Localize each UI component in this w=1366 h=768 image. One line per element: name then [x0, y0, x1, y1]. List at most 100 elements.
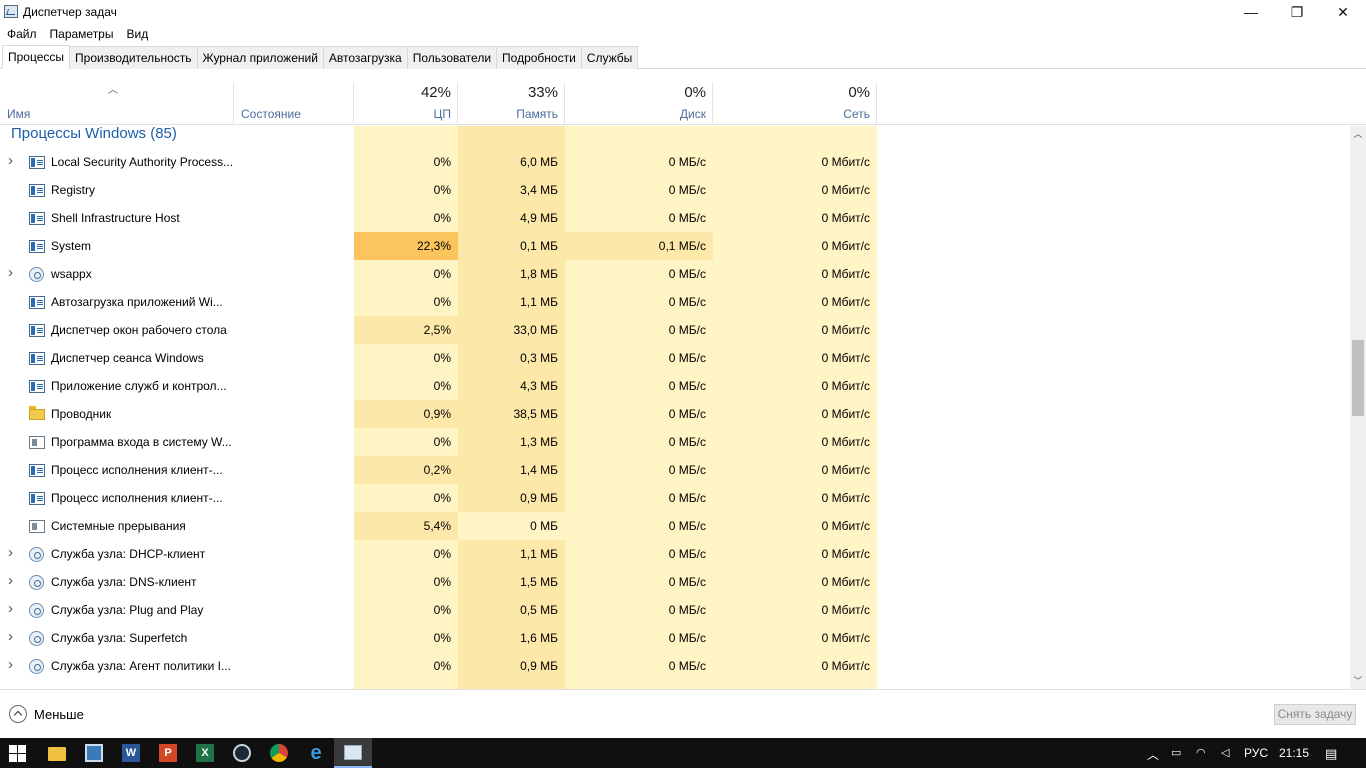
tab-performance[interactable]: Производительность: [69, 46, 198, 69]
window-process-icon: [29, 464, 45, 477]
memory-total-percent: 33%: [527, 84, 558, 101]
network-cell: 0 Мбит/с: [821, 239, 870, 253]
file-explorer-icon[interactable]: [48, 747, 66, 761]
process-name: Проводник: [51, 407, 112, 421]
window-process-icon: [29, 184, 45, 197]
process-row[interactable]: Приложение служб и контрол... 0% 4,3 МБ 0 М…: [0, 372, 1350, 400]
memory-cell: 1,4 МБ: [520, 463, 558, 477]
language-indicator[interactable]: РУС: [1244, 746, 1268, 760]
group-header-windows-processes[interactable]: Процессы Windows (85): [0, 126, 1350, 148]
powerpoint-icon[interactable]: P: [159, 744, 177, 762]
expand-chevron-icon[interactable]: ›: [8, 600, 13, 617]
network-cell: 0 Мбит/с: [821, 547, 870, 561]
scroll-up-arrow-icon[interactable]: ︿: [1350, 126, 1366, 142]
menu-view[interactable]: Вид: [119, 24, 154, 44]
memory-cell: 1,8 МБ: [520, 267, 558, 281]
network-cell: 0 Мбит/с: [821, 519, 870, 533]
process-row[interactable]: Автозагрузка приложений Wi... 0% 1,1 МБ 0 М…: [0, 288, 1350, 316]
word-icon[interactable]: W: [122, 744, 140, 762]
memory-cell: 1,1 МБ: [520, 295, 558, 309]
header-cpu[interactable]: 42% ЦП: [354, 82, 458, 125]
clock[interactable]: 21:15: [1279, 746, 1309, 760]
expand-chevron-icon[interactable]: ›: [8, 544, 13, 561]
footer: Меньше Снять задачу: [0, 689, 1366, 738]
menu-options[interactable]: Параметры: [43, 24, 120, 44]
disk-cell: 0 МБ/с: [668, 603, 706, 617]
system-process-icon: [29, 436, 45, 449]
process-row[interactable]: › Служба узла: DNS-клиент 0% 1,5 МБ 0 МБ/с 0 …: [0, 568, 1350, 596]
process-row[interactable]: Проводник 0,9% 38,5 МБ 0 МБ/с 0 Мбит/с: [0, 400, 1350, 428]
tab-app-history[interactable]: Журнал приложений: [196, 46, 324, 69]
scroll-down-arrow-icon[interactable]: ﹀: [1350, 673, 1366, 689]
excel-icon[interactable]: X: [196, 744, 214, 762]
process-row[interactable]: System 22,3% 0,1 МБ 0,1 МБ/с 0 Мбит/с: [0, 232, 1350, 260]
windows-start-icon[interactable]: [9, 745, 26, 762]
wifi-icon[interactable]: ◠: [1196, 746, 1206, 759]
memory-cell: 4,9 МБ: [520, 211, 558, 225]
vertical-scrollbar[interactable]: ︿ ﹀: [1350, 126, 1366, 689]
menu-file[interactable]: Файл: [0, 24, 43, 44]
expand-chevron-icon[interactable]: ›: [8, 572, 13, 589]
network-total-percent: 0%: [848, 84, 870, 101]
disk-cell: 0 МБ/с: [668, 435, 706, 449]
close-button[interactable]: ✕: [1320, 0, 1366, 24]
edge-icon[interactable]: e: [307, 743, 325, 763]
network-cell: 0 Мбит/с: [821, 295, 870, 309]
end-task-button[interactable]: Снять задачу: [1274, 704, 1356, 725]
disk-cell: 0 МБ/с: [668, 631, 706, 645]
process-row[interactable]: Registry 0% 3,4 МБ 0 МБ/с 0 Мбит/с: [0, 176, 1350, 204]
maximize-button[interactable]: ❐: [1274, 0, 1320, 24]
gear-process-icon: [29, 267, 44, 282]
header-name[interactable]: Имя: [0, 82, 234, 125]
network-cell: 0 Мбит/с: [821, 407, 870, 421]
expand-chevron-icon[interactable]: ›: [8, 264, 13, 281]
disk-cell: 0 МБ/с: [668, 295, 706, 309]
chrome-icon[interactable]: [270, 744, 288, 762]
process-row[interactable]: Shell Infrastructure Host 0% 4,9 МБ 0 МБ/с 0…: [0, 204, 1350, 232]
battery-icon[interactable]: ▭: [1171, 746, 1181, 759]
volume-icon[interactable]: ◁: [1221, 746, 1229, 759]
task-manager-taskbar-button[interactable]: [334, 738, 372, 768]
tab-services[interactable]: Службы: [580, 46, 639, 69]
tab-users[interactable]: Пользователи: [406, 46, 498, 69]
cpu-cell: 5,4%: [354, 512, 458, 540]
process-row[interactable]: › Local Security Authority Process... 0% 6,…: [0, 148, 1350, 176]
expand-chevron-icon[interactable]: ›: [8, 628, 13, 645]
header-memory[interactable]: 33% Память: [458, 82, 565, 125]
expand-chevron-icon[interactable]: ›: [8, 152, 13, 169]
fewer-details-link[interactable]: Меньше: [34, 707, 84, 722]
process-row[interactable]: Системные прерывания 5,4% 0 МБ 0 МБ/с 0 Мбит…: [0, 512, 1350, 540]
process-row[interactable]: Процесс исполнения клиент-... 0% 0,9 МБ 0 М…: [0, 484, 1350, 512]
memory-cell: 0,9 МБ: [520, 659, 558, 673]
header-network[interactable]: 0% Сеть: [713, 82, 877, 125]
process-name: Автозагрузка приложений Wi...: [51, 295, 223, 309]
tab-strip: Процессы Производительность Журнал прило…: [0, 45, 1366, 69]
process-row[interactable]: Процесс исполнения клиент-... 0,2% 1,4 МБ 0…: [0, 456, 1350, 484]
process-row[interactable]: › wsappx 0% 1,8 МБ 0 МБ/с 0 Мбит/с: [0, 260, 1350, 288]
process-row[interactable]: › Служба узла: Plug and Play 0% 0,5 МБ 0 МБ/…: [0, 596, 1350, 624]
process-row[interactable]: › Служба узла: Superfetch 0% 1,6 МБ 0 МБ/с 0 …: [0, 624, 1350, 652]
tab-startup[interactable]: Автозагрузка: [322, 46, 408, 69]
network-app-icon[interactable]: [85, 744, 103, 762]
process-row[interactable]: Программа входа в систему W... 0% 1,3 МБ 0 …: [0, 428, 1350, 456]
cpu-cell: 0%: [433, 631, 451, 645]
header-status[interactable]: Состояние: [234, 82, 354, 125]
scroll-thumb[interactable]: [1352, 340, 1364, 416]
process-row[interactable]: › Служба узла: Агент политики I... 0% 0,9 М…: [0, 652, 1350, 680]
minimize-button[interactable]: —: [1228, 0, 1274, 24]
header-disk[interactable]: 0% Диск: [565, 82, 713, 125]
tab-details[interactable]: Подробности: [496, 46, 582, 69]
steam-icon[interactable]: [233, 744, 251, 762]
gear-process-icon: [29, 575, 44, 590]
tab-processes[interactable]: Процессы: [2, 45, 71, 69]
tray-overflow-chevron-icon[interactable]: ︿: [1147, 746, 1159, 763]
memory-cell: 3,4 МБ: [520, 183, 558, 197]
process-row[interactable]: Диспетчер окон рабочего стола 2,5% 33,0 МБ…: [0, 316, 1350, 344]
process-row[interactable]: › Служба узла: DHCP-клиент 0% 1,1 МБ 0 МБ/с 0…: [0, 540, 1350, 568]
fewer-details-icon[interactable]: [9, 705, 27, 723]
window-process-icon: [29, 156, 45, 169]
notifications-icon[interactable]: ▤: [1325, 746, 1337, 762]
expand-chevron-icon[interactable]: ›: [8, 656, 13, 673]
process-row[interactable]: Диспетчер сеанса Windows 0% 0,3 МБ 0 МБ/с 0 …: [0, 344, 1350, 372]
process-name: Local Security Authority Process...: [51, 155, 234, 169]
